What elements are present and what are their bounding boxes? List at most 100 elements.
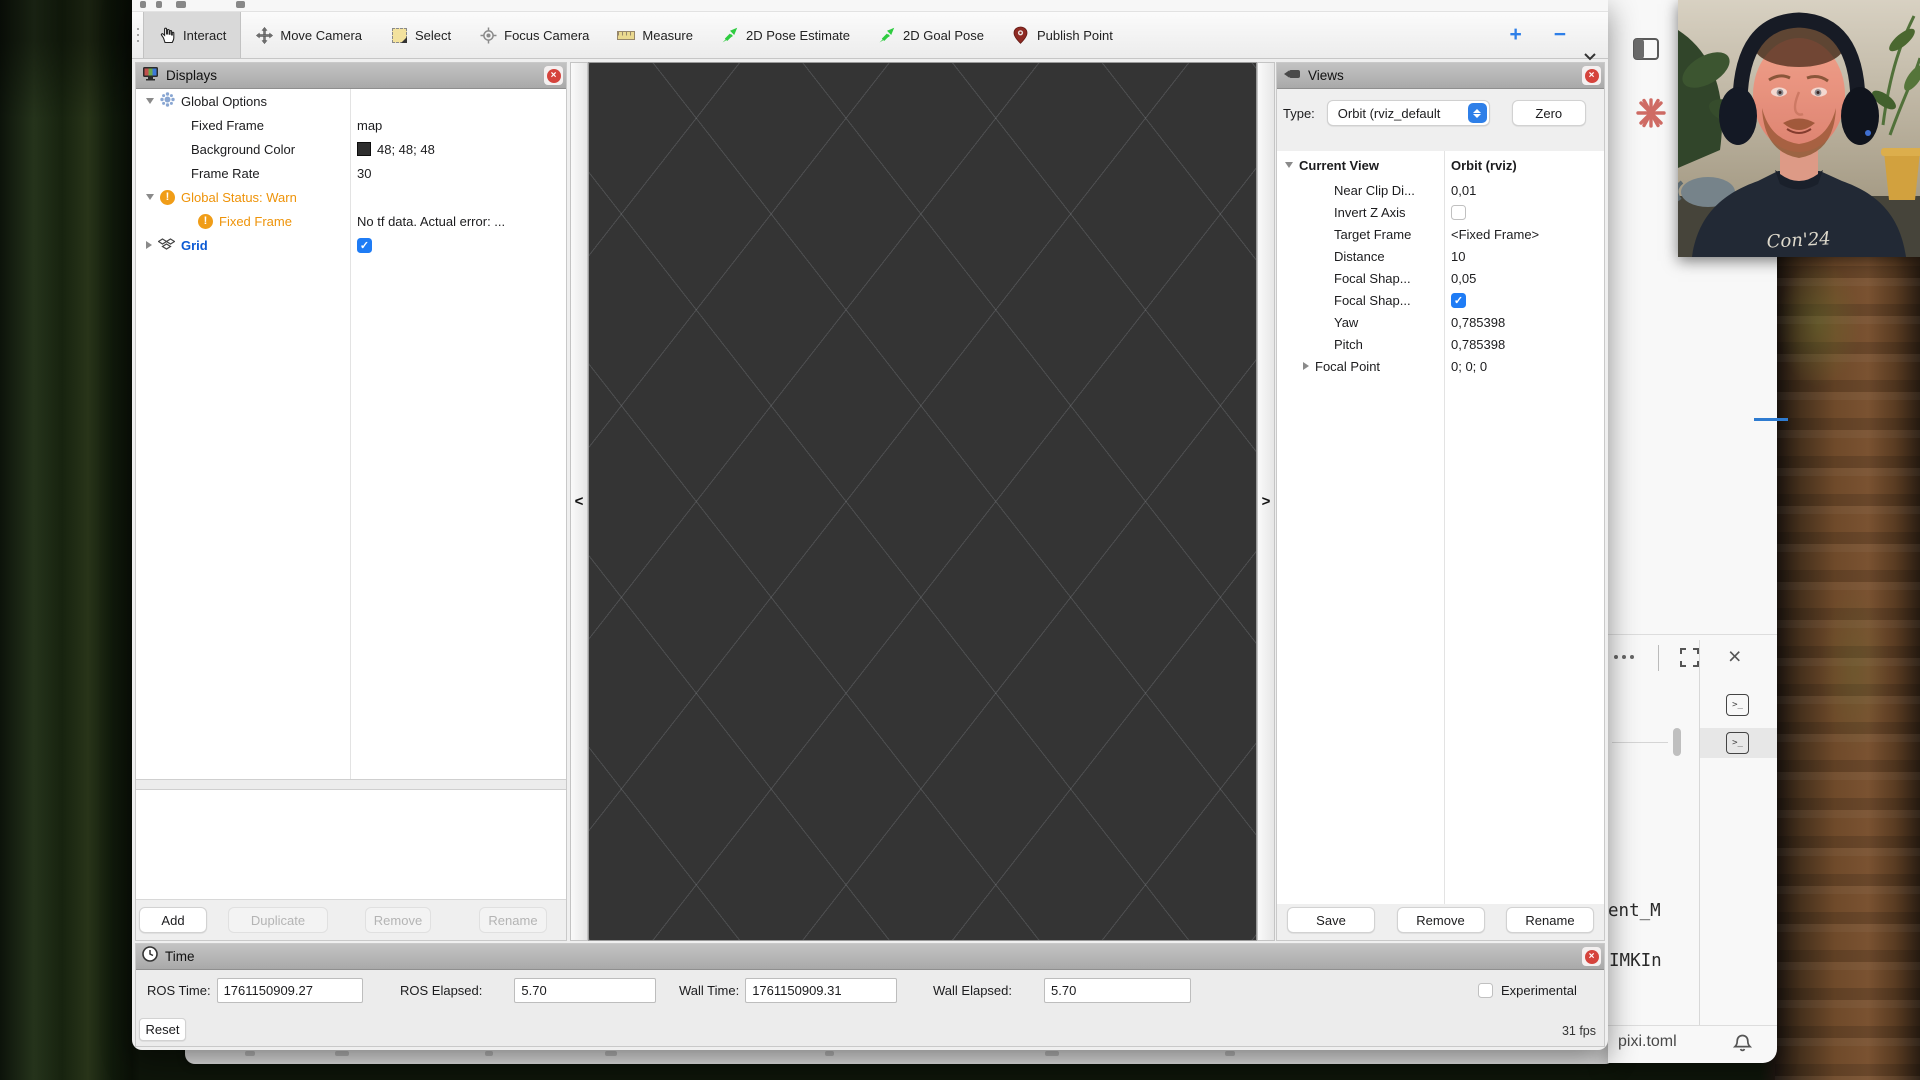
duplicate-display-button: Duplicate bbox=[228, 907, 328, 933]
experimental-checkbox[interactable] bbox=[1478, 983, 1493, 998]
close-panel-icon[interactable]: × bbox=[1728, 643, 1741, 670]
chevron-right-icon[interactable] bbox=[1303, 362, 1309, 370]
tree-row-global-options[interactable]: Global Options bbox=[136, 89, 566, 113]
wall-elapsed-input[interactable] bbox=[1044, 978, 1191, 1003]
remove-view-button[interactable]: Remove bbox=[1397, 907, 1485, 933]
property-value[interactable]: <Fixed Frame> bbox=[1444, 227, 1539, 242]
tool-button-select[interactable]: Select bbox=[376, 12, 465, 58]
views-property-row[interactable]: Focal Shap... bbox=[1277, 289, 1604, 311]
collapse-right-panel-handle[interactable]: > bbox=[1257, 62, 1275, 941]
grid-enabled-checkbox[interactable] bbox=[357, 238, 372, 253]
chevron-down-icon[interactable] bbox=[1285, 162, 1293, 168]
views-property-row[interactable]: Distance10 bbox=[1277, 245, 1604, 267]
views-property-row[interactable]: Near Clip Di...0,01 bbox=[1277, 179, 1604, 201]
tree-row-global-status[interactable]: ! Global Status: Warn bbox=[136, 185, 566, 209]
tree-row-current-view[interactable]: Current View Orbit (rviz) bbox=[1277, 151, 1604, 179]
add-tool-button[interactable]: + bbox=[1493, 12, 1537, 58]
more-actions-icon[interactable] bbox=[1614, 655, 1634, 659]
zero-button[interactable]: Zero bbox=[1512, 100, 1586, 126]
chevron-down-icon[interactable] bbox=[1584, 48, 1596, 56]
views-property-row[interactable]: Focal Point0; 0; 0 bbox=[1277, 355, 1604, 377]
time-panel: Time × ROS Time:ROS Elapsed:Wall Time:Wa… bbox=[135, 943, 1605, 1047]
save-view-button[interactable]: Save bbox=[1287, 907, 1375, 933]
shirt-text: Con'24 bbox=[1766, 228, 1831, 252]
property-checkbox[interactable] bbox=[1451, 205, 1466, 220]
background-color-value[interactable]: 48; 48; 48 bbox=[350, 142, 435, 157]
tool-button-publish-point[interactable]: Publish Point bbox=[998, 12, 1127, 58]
property-checkbox[interactable] bbox=[1451, 293, 1466, 308]
tool-button-2d-goal-pose[interactable]: 2D Goal Pose bbox=[864, 12, 998, 58]
time-panel-header[interactable]: Time × bbox=[136, 944, 1604, 970]
close-icon[interactable]: × bbox=[1582, 947, 1601, 966]
description-area bbox=[136, 790, 566, 900]
clock-icon bbox=[142, 946, 158, 967]
reset-button[interactable]: Reset bbox=[139, 1018, 186, 1041]
rename-view-button[interactable]: Rename bbox=[1506, 907, 1594, 933]
tree-row-grid[interactable]: Grid bbox=[136, 233, 566, 257]
terminal-icon[interactable]: >_ bbox=[1726, 732, 1749, 754]
views-panel-header[interactable]: Views × bbox=[1277, 63, 1604, 89]
remove-tool-button[interactable]: − bbox=[1538, 12, 1582, 58]
property-value[interactable]: 0,05 bbox=[1444, 271, 1476, 286]
tool-button-measure[interactable]: Measure bbox=[603, 12, 707, 58]
tool-label: Move Camera bbox=[280, 28, 362, 43]
3d-viewport[interactable] bbox=[588, 62, 1257, 941]
chevron-down-icon[interactable] bbox=[146, 194, 154, 200]
tree-row-background-color[interactable]: Background Color 48; 48; 48 bbox=[136, 137, 566, 161]
tree-row-frame-rate[interactable]: Frame Rate 30 bbox=[136, 161, 566, 185]
tool-button-2d-pose-estimate[interactable]: 2D Pose Estimate bbox=[707, 12, 864, 58]
sidebar-toggle-icon[interactable] bbox=[1633, 38, 1659, 65]
close-icon[interactable]: × bbox=[544, 66, 563, 85]
view-type-select[interactable]: Orbit (rviz_default bbox=[1327, 100, 1490, 126]
tool-button-focus-camera[interactable]: Focus Camera bbox=[465, 12, 603, 58]
toolbar-drag-handle[interactable] bbox=[135, 12, 143, 58]
collapse-left-panel-handle[interactable]: < bbox=[570, 62, 588, 941]
displays-panel-header[interactable]: Displays × bbox=[136, 63, 566, 89]
views-property-row[interactable]: Target Frame<Fixed Frame> bbox=[1277, 223, 1604, 245]
tree-row-fixed-frame-status[interactable]: ! Fixed Frame No tf data. Actual error: … bbox=[136, 209, 566, 233]
views-property-row[interactable]: Focal Shap...0,05 bbox=[1277, 267, 1604, 289]
experimental-toggle: Experimental bbox=[1478, 978, 1577, 1003]
add-display-button[interactable]: Add bbox=[139, 907, 207, 933]
property-value[interactable]: 0; 0; 0 bbox=[1444, 359, 1487, 374]
map-pin-icon bbox=[1012, 26, 1030, 44]
displays-icon bbox=[142, 66, 159, 86]
time-panel-title: Time bbox=[165, 949, 195, 964]
frame-rate-value[interactable]: 30 bbox=[350, 166, 371, 181]
displays-panel-title: Displays bbox=[166, 68, 217, 83]
tool-button-interact[interactable]: Interact bbox=[143, 12, 241, 58]
ros-elapsed-input[interactable] bbox=[514, 978, 656, 1003]
row-label: Global Status: Warn bbox=[181, 190, 297, 205]
property-value[interactable]: 0,785398 bbox=[1444, 337, 1505, 352]
maximize-panel-icon[interactable] bbox=[1680, 648, 1699, 672]
views-property-row[interactable]: Yaw0,785398 bbox=[1277, 311, 1604, 333]
current-view-value: Orbit (rviz) bbox=[1444, 158, 1517, 173]
editor-text-line: IMKIn bbox=[1609, 951, 1662, 971]
panel-splitter[interactable] bbox=[136, 779, 566, 790]
statusbar-filename[interactable]: pixi.toml bbox=[1618, 1033, 1677, 1051]
property-value[interactable]: 0,01 bbox=[1444, 183, 1476, 198]
chevron-down-icon[interactable] bbox=[146, 98, 154, 104]
views-property-row[interactable]: Pitch0,785398 bbox=[1277, 333, 1604, 355]
blue-accent-line bbox=[1754, 418, 1788, 421]
ros-time-input[interactable] bbox=[217, 978, 363, 1003]
tool-label: Select bbox=[415, 28, 451, 43]
property-value[interactable]: 10 bbox=[1444, 249, 1465, 264]
close-icon[interactable]: × bbox=[1582, 66, 1601, 85]
select-stepper-icon bbox=[1468, 103, 1487, 123]
ruler-icon bbox=[617, 26, 635, 44]
chevron-right-icon[interactable] bbox=[146, 241, 152, 249]
property-label: Focal Shap... bbox=[1334, 293, 1411, 308]
terminal-icon[interactable]: >_ bbox=[1726, 694, 1749, 716]
tree-row-fixed-frame[interactable]: Fixed Frame map bbox=[136, 113, 566, 137]
wall-time-input[interactable] bbox=[745, 978, 897, 1003]
tool-button-move-camera[interactable]: Move Camera bbox=[241, 12, 376, 58]
property-value[interactable]: 0,785398 bbox=[1444, 315, 1505, 330]
bell-icon[interactable] bbox=[1733, 1033, 1752, 1058]
scrollbar-thumb[interactable] bbox=[1673, 728, 1681, 756]
views-property-row[interactable]: Invert Z Axis bbox=[1277, 201, 1604, 223]
tool-label: Publish Point bbox=[1037, 28, 1113, 43]
time-field-label: ROS Elapsed: bbox=[400, 983, 482, 998]
fixed-frame-value[interactable]: map bbox=[350, 118, 382, 133]
fps-counter: 31 fps bbox=[1562, 1024, 1596, 1038]
